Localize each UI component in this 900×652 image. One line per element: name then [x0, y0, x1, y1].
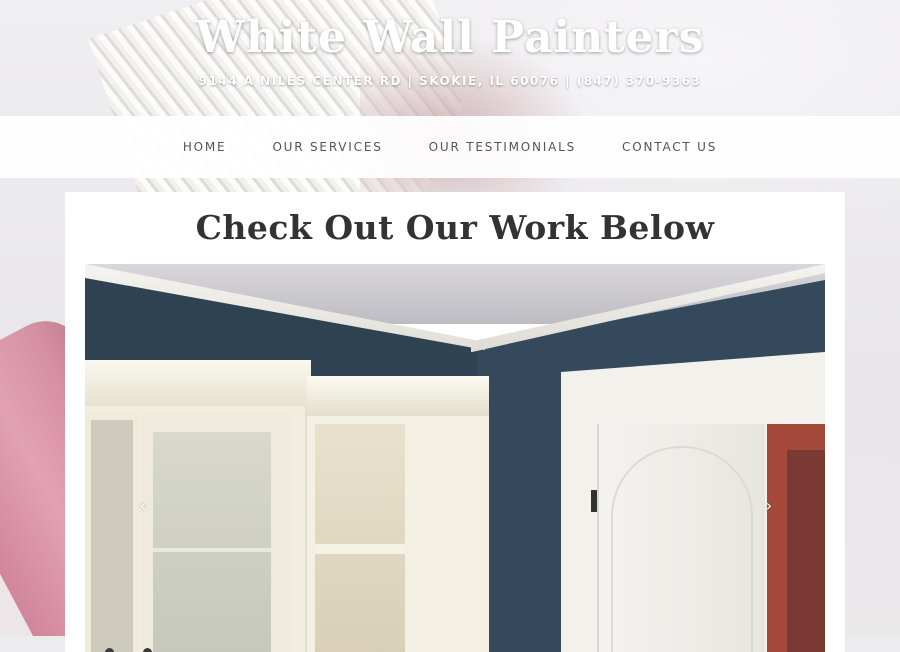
- adjacent-room-doorway: [767, 424, 825, 652]
- chevron-left-icon[interactable]: ‹: [133, 496, 153, 516]
- slide-image: [85, 264, 825, 652]
- cabinet-knob: [143, 648, 152, 652]
- cabinet-shelf: [315, 544, 405, 554]
- cabinet-left: [85, 360, 311, 652]
- cabinet-interior: [315, 424, 405, 652]
- cabinet-glass: [153, 432, 271, 652]
- site-title[interactable]: White Wall Painters: [0, 12, 900, 63]
- cabinet-crown: [307, 376, 489, 416]
- adjacent-room-interior: [787, 450, 825, 652]
- door-panel: [611, 446, 753, 652]
- door-handle: [591, 490, 597, 512]
- nav-item-our-testimonials[interactable]: OUR TESTIMONIALS: [429, 140, 576, 154]
- site-address: 9144 A NILES CENTER RD | SKOKIE, IL 6007…: [198, 74, 702, 88]
- content-card: Check Out Our Work Below ‹ ›: [65, 192, 845, 652]
- site-header: White Wall Painters 9144 A NILES CENTER …: [0, 0, 900, 116]
- nav-item-home[interactable]: HOME: [183, 140, 227, 154]
- cabinet-door: [85, 414, 139, 652]
- image-slider[interactable]: ‹ ›: [85, 264, 825, 652]
- main-navigation: HOME OUR SERVICES OUR TESTIMONIALS CONTA…: [0, 116, 900, 178]
- nav-item-contact-us[interactable]: CONTACT US: [622, 140, 717, 154]
- cabinet-crown: [85, 360, 311, 406]
- cabinet-knob: [105, 648, 114, 652]
- page-heading: Check Out Our Work Below: [195, 208, 715, 247]
- cabinet-shelf: [153, 548, 271, 552]
- chevron-right-icon[interactable]: ›: [759, 496, 779, 516]
- nav-item-our-services[interactable]: OUR SERVICES: [272, 140, 382, 154]
- cabinet-right: [307, 376, 489, 652]
